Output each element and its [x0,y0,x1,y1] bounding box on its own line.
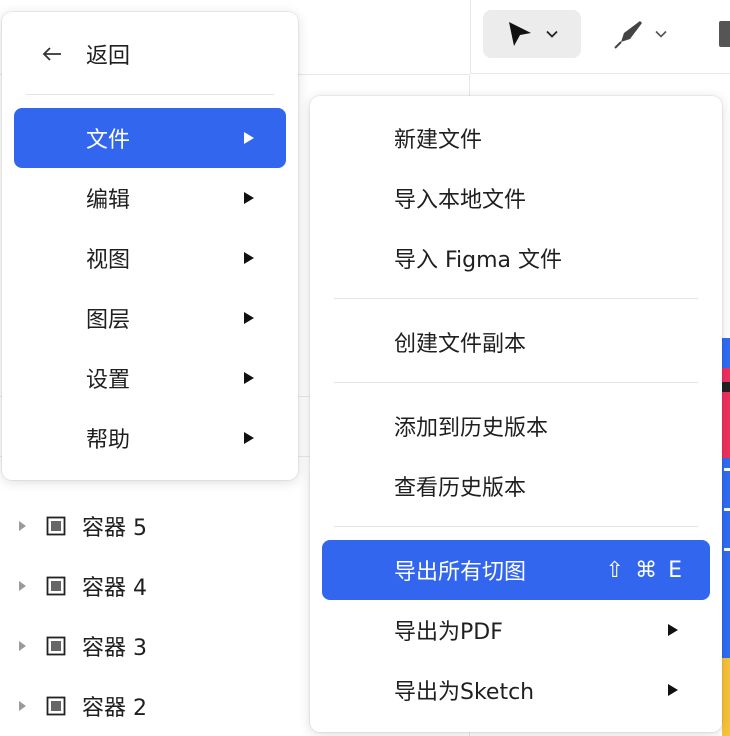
submenu-arrow-icon [244,372,254,384]
layer-row[interactable]: 容器 3 [0,616,310,676]
menu-item-edit[interactable]: 编辑 [14,168,286,228]
chevron-down-icon[interactable] [545,27,559,41]
frame-icon [46,516,66,536]
canvas-shape [722,658,730,736]
submenu-arrow-icon [244,252,254,264]
menu-item-label: 编辑 [86,188,131,213]
menu-item-layer[interactable]: 图层 [14,288,286,348]
layer-name: 容器 3 [82,636,147,661]
caret-right-icon[interactable] [16,700,28,712]
menu-divider [334,526,698,527]
move-tool-button[interactable] [483,10,581,58]
menu-item-label: 导入 Figma 文件 [394,248,563,273]
submenu-arrow-icon [244,312,254,324]
submenu-arrow-icon [668,684,678,696]
menu-item-duplicate-file[interactable]: 创建文件副本 [322,312,710,372]
menu-divider [334,382,698,383]
layer-name: 容器 4 [82,576,147,601]
menu-item-export-pdf[interactable]: 导出为PDF [322,600,710,660]
layer-name: 容器 5 [82,516,147,541]
menu-item-label: 添加到历史版本 [394,416,549,441]
menu-item-label: 导入本地文件 [394,188,527,213]
menu-item-settings[interactable]: 设置 [14,348,286,408]
submenu-arrow-icon [244,192,254,204]
move-pointer-icon [509,22,531,46]
layer-name: 容器 2 [82,696,147,721]
pen-tool-button[interactable] [595,10,685,58]
file-submenu: 新建文件 导入本地文件 导入 Figma 文件 创建文件副本 添加到历史版本 查… [310,96,722,732]
menu-item-label: 导出所有切图 [394,560,527,585]
main-menu: 返回 文件 编辑 视图 图层 设置 帮助 [2,12,298,480]
layer-row[interactable]: 容器 5 [0,496,310,556]
menu-divider [26,94,274,95]
submenu-arrow-icon [244,132,254,144]
layer-row[interactable]: 容器 4 [0,556,310,616]
layer-list: 容器 5 容器 4 容器 3 容器 2 [0,496,310,736]
top-toolbar [470,0,730,74]
menu-item-label: 文件 [86,128,131,153]
caret-right-icon[interactable] [16,580,28,592]
pen-tool-icon [614,21,642,49]
frame-icon [46,576,66,596]
menu-item-label: 导出为PDF [394,620,503,645]
rectangle-tool-button[interactable] [709,10,730,58]
menu-item-help[interactable]: 帮助 [14,408,286,468]
menu-item-export-slices[interactable]: 导出所有切图 ⇧ ⌘ E [322,540,710,600]
menu-item-export-sketch[interactable]: 导出为Sketch [322,660,710,720]
menu-item-label: 设置 [86,368,131,393]
canvas-shape [724,548,730,551]
back-label: 返回 [86,44,131,69]
shortcut-hint: ⇧ ⌘ E [605,557,684,583]
menu-item-label: 导出为Sketch [394,680,535,705]
caret-right-icon[interactable] [16,520,28,532]
canvas-preview[interactable] [722,338,730,736]
caret-right-icon[interactable] [16,640,28,652]
menu-item-label: 新建文件 [394,128,483,153]
canvas-shape [724,508,730,511]
frame-icon [46,636,66,656]
menu-divider [334,298,698,299]
menu-item-label: 创建文件副本 [394,332,527,357]
submenu-arrow-icon [244,432,254,444]
menu-item-label: 查看历史版本 [394,476,527,501]
menu-item-label: 视图 [86,248,131,273]
menu-item-add-version[interactable]: 添加到历史版本 [322,396,710,456]
chevron-down-icon[interactable] [654,27,668,41]
menu-item-file[interactable]: 文件 [14,108,286,168]
menu-item-label: 图层 [86,308,131,333]
rectangle-tool-icon [719,21,730,47]
arrow-left-icon [42,47,61,61]
menu-item-new-file[interactable]: 新建文件 [322,108,710,168]
menu-item-view[interactable]: 视图 [14,228,286,288]
canvas-shape [722,382,730,392]
menu-item-import-local[interactable]: 导入本地文件 [322,168,710,228]
back-button[interactable]: 返回 [2,24,298,84]
canvas-shape [724,468,730,471]
frame-icon [46,696,66,716]
menu-item-import-figma[interactable]: 导入 Figma 文件 [322,228,710,288]
submenu-arrow-icon [668,624,678,636]
layer-row[interactable]: 容器 2 [0,676,310,736]
menu-item-view-versions[interactable]: 查看历史版本 [322,456,710,516]
menu-item-label: 帮助 [86,428,131,453]
